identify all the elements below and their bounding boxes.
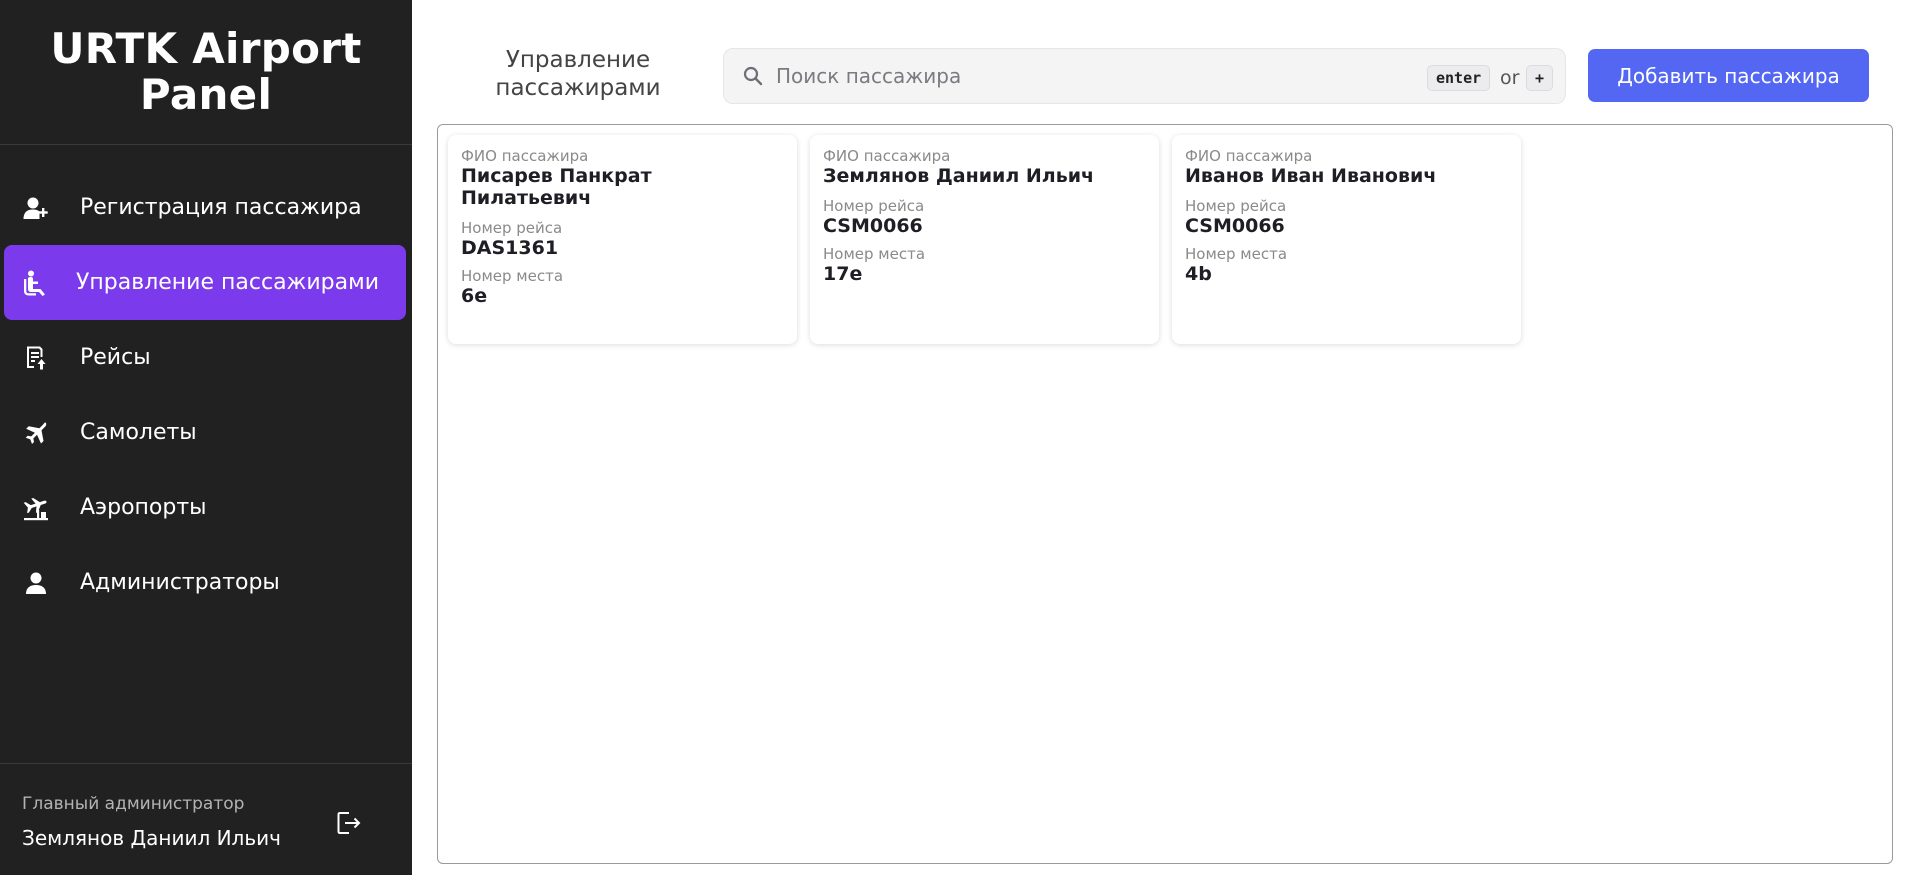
airplane-icon <box>25 422 47 444</box>
passenger-card[interactable]: ФИО пассажира Иванов Иван Иванович Номер… <box>1172 135 1521 344</box>
user-role: Главный администратор <box>22 794 245 814</box>
flight-number: CSM0066 <box>1185 215 1285 237</box>
sidebar-item-flights[interactable]: Рейсы <box>0 320 412 395</box>
page-title: Управление пассажирами <box>495 47 661 101</box>
sidebar-item-administrators[interactable]: Администраторы <box>0 545 412 620</box>
sidebar-item-label: Рейсы <box>80 345 151 370</box>
seat-number: 4b <box>1185 263 1212 285</box>
person-icon <box>26 572 46 594</box>
search-icon <box>743 66 763 86</box>
sidebar-item-passenger-registration[interactable]: Регистрация пассажира <box>0 170 412 245</box>
flight-number-label: Номер рейса <box>823 197 925 215</box>
sidebar-item-airplanes[interactable]: Самолеты <box>0 395 412 470</box>
seat-number-label: Номер места <box>1185 245 1288 263</box>
seat-number-label: Номер места <box>823 245 926 263</box>
app-title: URTK Airport Panel <box>50 24 362 119</box>
passenger-list: ФИО пассажира Писарев Панкрат Пилатьевич… <box>437 124 1893 864</box>
user-name: Землянов Даниил Ильич <box>22 826 281 850</box>
flight-number: DAS1361 <box>461 237 559 259</box>
sidebar-item-label: Администраторы <box>80 570 280 595</box>
flight-number-label: Номер рейса <box>461 219 563 237</box>
flight-number: CSM0066 <box>823 215 923 237</box>
sidebar-item-label: Аэропорты <box>80 495 207 520</box>
sidebar-item-label: Регистрация пассажира <box>80 195 362 220</box>
sidebar-item-label: Управление пассажирами <box>76 270 380 295</box>
passenger-name-label: ФИО пассажира <box>461 147 589 165</box>
passenger-name-label: ФИО пассажира <box>1185 147 1313 165</box>
passenger-card[interactable]: ФИО пассажира Землянов Даниил Ильич Номе… <box>810 135 1159 344</box>
seat-number-label: Номер места <box>461 267 564 285</box>
sidebar: URTK Airport Panel Регистрация пассажира… <box>0 0 412 875</box>
passenger-card[interactable]: ФИО пассажира Писарев Панкрат Пилатьевич… <box>448 135 797 344</box>
passenger-name-label: ФИО пассажира <box>823 147 951 165</box>
passenger-name: Землянов Даниил Ильич <box>823 165 1095 187</box>
seat-number: 17e <box>823 263 863 285</box>
current-user-panel: Главный администратор Землянов Даниил Ил… <box>0 763 412 875</box>
passenger-name: Иванов Иван Иванович <box>1185 165 1437 187</box>
add-passenger-button[interactable]: Добавить пассажира <box>1588 49 1869 102</box>
seat-number: 6e <box>461 285 488 307</box>
key-hint-separator: or <box>1500 67 1520 89</box>
search-bar: enter or + <box>723 48 1566 104</box>
sidebar-item-passenger-management[interactable]: Управление пассажирами <box>4 245 406 320</box>
sidebar-item-airports[interactable]: Аэропорты <box>0 470 412 545</box>
plus-key-hint: + <box>1526 65 1554 91</box>
airport-icon <box>23 498 48 521</box>
seat-person-icon <box>24 270 45 296</box>
add-person-icon <box>23 197 48 219</box>
brand-header: URTK Airport Panel <box>0 0 412 145</box>
search-input[interactable] <box>776 59 1336 93</box>
passenger-name: Писарев Панкрат Пилатьевич <box>461 165 652 209</box>
enter-key-hint: enter <box>1427 65 1491 91</box>
flight-number-label: Номер рейса <box>1185 197 1287 215</box>
sidebar-item-label: Самолеты <box>80 420 197 445</box>
logout-icon[interactable] <box>334 808 364 838</box>
flight-list-icon <box>27 346 46 370</box>
sidebar-nav: Регистрация пассажира Управление пассажи… <box>0 170 412 620</box>
